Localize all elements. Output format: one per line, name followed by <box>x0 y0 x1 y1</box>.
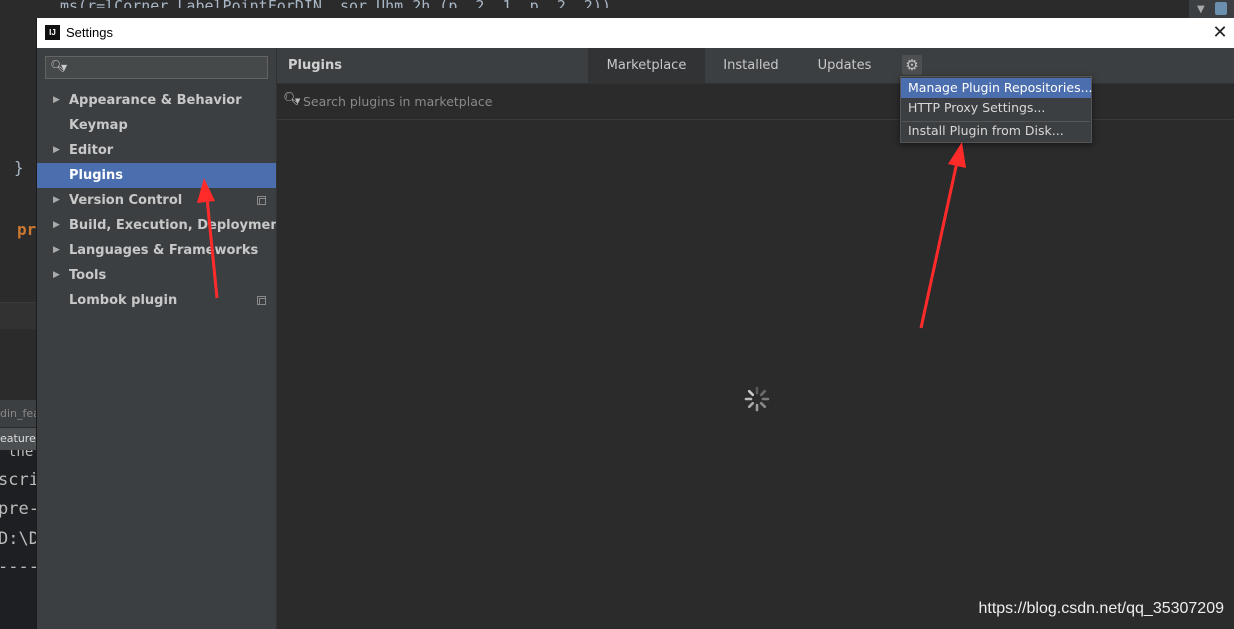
sidebar-item-label: Tools <box>69 268 107 283</box>
sidebar-item-label: Languages & Frameworks <box>69 243 259 258</box>
expand-arrow-icon[interactable]: ▶ <box>53 138 60 163</box>
settings-tree: ▶ Appearance & Behavior Keymap ▶ Editor … <box>37 88 286 313</box>
editor-current-line <box>0 302 36 329</box>
expand-arrow-icon[interactable]: ▶ <box>53 213 60 238</box>
sidebar-item-label: Build, Execution, Deployment <box>69 218 286 233</box>
sidebar-item-label: Appearance & Behavior <box>69 93 242 108</box>
sidebar-item-label: Editor <box>69 143 114 158</box>
expand-arrow-icon[interactable]: ▶ <box>53 188 60 213</box>
sidebar-item-label: Version Control <box>69 193 183 208</box>
editor-toolbar: ▼ <box>1189 0 1234 18</box>
sidebar-item-editor[interactable]: ▶ Editor <box>37 138 276 163</box>
chevron-down-icon[interactable]: ▼ <box>61 63 67 72</box>
sidebar-item-languages-frameworks[interactable]: ▶ Languages & Frameworks <box>37 238 276 263</box>
sidebar-item-keymap[interactable]: Keymap <box>37 113 276 138</box>
tool-window-tab[interactable]: din_fea <box>0 400 36 427</box>
settings-search-input[interactable]: 🔍︎ ▼ <box>45 56 268 79</box>
gear-icon[interactable]: ⚙ <box>902 55 922 75</box>
expand-arrow-icon[interactable]: ▶ <box>53 263 60 288</box>
menu-item-install-from-disk[interactable]: Install Plugin from Disk... <box>901 121 1091 141</box>
tab-updates[interactable]: Updates <box>797 48 892 83</box>
console-line: ---- <box>0 557 36 577</box>
settings-sidebar: 🔍︎ ▼ ▶ Appearance & Behavior Keymap ▶ Ed… <box>37 48 286 629</box>
tool-window-tab-active[interactable]: eature_ <box>0 428 36 450</box>
editor-keyword: pr <box>17 220 37 239</box>
console-line: the <box>8 450 34 460</box>
editor-brace: } <box>14 158 24 177</box>
console-line: scri <box>0 470 36 490</box>
expand-down-icon[interactable]: ▼ <box>1197 4 1205 15</box>
sidebar-item-build-execution-deployment[interactable]: ▶ Build, Execution, Deployment <box>37 213 286 238</box>
sidebar-item-version-control[interactable]: ▶ Version Control <box>37 188 276 213</box>
page-title: Plugins <box>288 58 342 73</box>
menu-item-http-proxy[interactable]: HTTP Proxy Settings... <box>901 98 1091 118</box>
sidebar-item-tools[interactable]: ▶ Tools <box>37 263 276 288</box>
intellij-app-icon: IJ <box>45 25 60 40</box>
document-icon[interactable] <box>1215 2 1227 15</box>
watermark: https://blog.csdn.net/qq_35307209 <box>978 600 1224 617</box>
close-button[interactable]: ✕ <box>1205 18 1234 48</box>
console-line: D:\D <box>0 529 36 549</box>
console-line: pre- <box>0 499 36 519</box>
chevron-down-icon[interactable]: ▼ <box>295 97 300 105</box>
console-output: the scri pre- D:\D ---- <box>0 450 36 629</box>
tab-marketplace[interactable]: Marketplace <box>588 48 705 83</box>
menu-item-manage-repositories[interactable]: Manage Plugin Repositories... <box>901 78 1093 98</box>
dialog-title: Settings <box>66 25 113 40</box>
project-settings-icon <box>257 296 266 305</box>
sidebar-item-lombok-plugin[interactable]: Lombok plugin <box>37 288 276 313</box>
sidebar-item-label: Keymap <box>69 118 128 133</box>
search-placeholder: Search plugins in marketplace <box>303 94 493 109</box>
project-settings-icon <box>257 196 266 205</box>
sidebar-item-appearance-behavior[interactable]: ▶ Appearance & Behavior <box>37 88 276 113</box>
expand-arrow-icon[interactable]: ▶ <box>53 238 60 263</box>
expand-arrow-icon[interactable]: ▶ <box>53 88 60 113</box>
sidebar-item-label: Lombok plugin <box>69 293 178 308</box>
sidebar-item-label: Plugins <box>69 168 123 183</box>
dialog-titlebar[interactable]: IJ Settings ✕ <box>37 18 1234 48</box>
editor-code-line: ms(r=lCorner LabelPointForDIN, sor Uhm 2… <box>60 0 611 8</box>
tab-installed[interactable]: Installed <box>705 48 797 83</box>
sidebar-item-plugins[interactable]: Plugins <box>37 163 276 188</box>
gear-dropdown-menu: Manage Plugin Repositories... HTTP Proxy… <box>900 76 1093 143</box>
loading-spinner-icon <box>744 386 770 412</box>
